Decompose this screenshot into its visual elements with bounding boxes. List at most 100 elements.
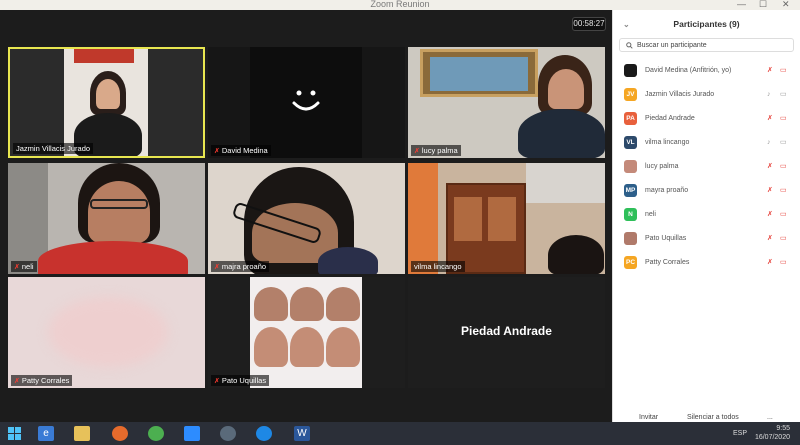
panel-header: ⌄ Participantes (9) bbox=[613, 10, 800, 38]
participant-row[interactable]: Pato Uquillas ✗ ▭ bbox=[613, 226, 800, 250]
participant-face bbox=[254, 287, 288, 321]
participant-name: Piedad Andrade bbox=[645, 114, 695, 122]
edge-icon[interactable] bbox=[256, 426, 272, 441]
video-tile[interactable]: Piedad Andrade bbox=[408, 277, 605, 388]
window-title: Zoom Reunion bbox=[370, 0, 430, 9]
maximize-button[interactable]: ☐ bbox=[759, 0, 767, 10]
participant-row[interactable]: MP mayra proaño ✗ ▭ bbox=[613, 178, 800, 202]
participant-row[interactable]: PC Patty Corrales ✗ ▭ bbox=[613, 250, 800, 274]
mute-all-button[interactable]: Silenciar a todos bbox=[687, 414, 739, 421]
firefox-icon[interactable] bbox=[112, 426, 128, 441]
camera-off-icon[interactable]: ▭ bbox=[780, 258, 787, 266]
zoom-icon[interactable] bbox=[184, 426, 200, 441]
camera-off-icon[interactable]: ▭ bbox=[780, 186, 787, 194]
mic-icon[interactable]: ♪ bbox=[767, 139, 771, 146]
camera-off-icon[interactable]: ▭ bbox=[780, 138, 787, 146]
avatar bbox=[624, 63, 637, 77]
video-tile[interactable]: vilma lincango bbox=[408, 163, 605, 274]
smiley-icon bbox=[292, 90, 320, 111]
painting-scene bbox=[430, 57, 528, 91]
tile-name: Pato Uquillas bbox=[221, 376, 267, 385]
blurred-video bbox=[48, 297, 168, 367]
video-tile[interactable]: Jazmin Villacis Jurado bbox=[8, 47, 205, 158]
minimize-button[interactable]: — bbox=[737, 0, 746, 9]
participant-list: David Medina (Anfitrión, yo) ✗ ▭ JV Jazmin V… bbox=[613, 58, 800, 274]
video-tile[interactable]: ✗ Pato Uquillas bbox=[208, 277, 405, 388]
mic-muted-icon[interactable]: ✗ bbox=[767, 66, 773, 74]
zoom-window: Zoom Reunion — ☐ ✕ 00:58:27 Jazmin Villa… bbox=[0, 0, 800, 422]
close-button[interactable]: ✕ bbox=[782, 0, 790, 10]
camera-off-icon[interactable]: ▭ bbox=[780, 210, 787, 218]
video-tile[interactable]: ✗ neli bbox=[8, 163, 205, 274]
tile-name: vilma lincango bbox=[414, 262, 462, 271]
mic-muted-icon: ✗ bbox=[214, 147, 220, 155]
video-tile[interactable]: ✗ David Medina bbox=[208, 47, 405, 158]
participant-face bbox=[96, 79, 120, 109]
mic-muted-icon[interactable]: ✗ bbox=[767, 258, 773, 266]
participant-name: neli bbox=[645, 210, 656, 218]
participant-face bbox=[290, 327, 324, 367]
mic-muted-icon[interactable]: ✗ bbox=[767, 234, 773, 242]
participant-head bbox=[548, 235, 604, 274]
tile-name-label: Jazmin Villacis Jurado bbox=[13, 143, 94, 154]
ceiling bbox=[526, 163, 605, 203]
camera-off-icon[interactable]: ▭ bbox=[780, 234, 787, 242]
mic-muted-icon[interactable]: ✗ bbox=[767, 114, 773, 122]
participant-name: vilma lincango bbox=[645, 138, 690, 146]
cabinet-glass bbox=[454, 197, 482, 241]
participant-face bbox=[548, 69, 584, 109]
participant-row[interactable]: David Medina (Anfitrión, yo) ✗ ▭ bbox=[613, 58, 800, 82]
mic-icon[interactable]: ♪ bbox=[767, 91, 771, 98]
glasses bbox=[90, 199, 148, 209]
ie-icon[interactable]: e bbox=[38, 426, 54, 441]
avatar bbox=[624, 231, 637, 245]
participant-search[interactable]: Buscar un participante bbox=[619, 38, 794, 52]
panel-title: Participantes (9) bbox=[673, 19, 740, 29]
file-explorer-icon[interactable] bbox=[74, 426, 90, 441]
chrome-icon[interactable] bbox=[148, 426, 164, 441]
participant-row[interactable]: VL vilma lincango ♪ ▭ bbox=[613, 130, 800, 154]
tile-name: neli bbox=[21, 262, 34, 271]
video-tile[interactable]: ✗ lucy palma bbox=[408, 47, 605, 158]
system-clock[interactable]: 9:55 16/07/2020 bbox=[755, 424, 790, 442]
avatar: PA bbox=[624, 111, 637, 125]
app-icon[interactable] bbox=[220, 426, 236, 441]
participant-body bbox=[518, 109, 605, 158]
avatar: VL bbox=[624, 135, 637, 149]
participant-row[interactable]: JV Jazmin Villacis Jurado ♪ ▭ bbox=[613, 82, 800, 106]
tile-name: majra proaño bbox=[221, 262, 267, 271]
participant-row[interactable]: Nneli ✗ ▭ bbox=[613, 202, 800, 226]
tile-name: Patty Corrales bbox=[21, 376, 70, 385]
participant-face bbox=[290, 287, 324, 321]
mic-muted-icon[interactable]: ✗ bbox=[767, 186, 773, 194]
mic-muted-icon: ✗ bbox=[214, 377, 220, 385]
participant-row[interactable]: lucy palma ✗ ▭ bbox=[613, 154, 800, 178]
word-icon[interactable]: W bbox=[294, 426, 310, 441]
camera-off-icon[interactable]: ▭ bbox=[780, 114, 787, 122]
language-indicator[interactable]: ESP bbox=[733, 430, 747, 437]
mic-muted-icon[interactable]: ✗ bbox=[767, 210, 773, 218]
avatar bbox=[624, 159, 637, 173]
more-button[interactable]: ... bbox=[767, 414, 773, 421]
participant-row[interactable]: PA Piedad Andrade ✗ ▭ bbox=[613, 106, 800, 130]
search-icon bbox=[626, 41, 633, 49]
mic-muted-icon[interactable]: ✗ bbox=[767, 162, 773, 170]
invite-button[interactable]: Invitar bbox=[639, 414, 658, 421]
clock-date: 16/07/2020 bbox=[754, 434, 790, 441]
camera-off-icon[interactable]: ▭ bbox=[780, 162, 787, 170]
video-tile[interactable]: ✗ Patty Corrales bbox=[8, 277, 205, 388]
video-tile[interactable]: ✗ majra proaño bbox=[208, 163, 405, 274]
camera-off-icon[interactable]: ▭ bbox=[780, 66, 787, 74]
tile-name-label: ✗ Patty Corrales bbox=[11, 375, 73, 386]
taskbar: e W ESP 9:55 16/07/2020 bbox=[0, 422, 800, 445]
chevron-down-icon[interactable]: ⌄ bbox=[623, 20, 630, 29]
participant-name: Pato Uquillas bbox=[645, 234, 687, 242]
tile-name-label: ✗ David Medina bbox=[211, 145, 271, 156]
cabinet-glass bbox=[488, 197, 516, 241]
participants-panel: ⌄ Participantes (9) Buscar un participan… bbox=[612, 10, 800, 422]
windows-start-icon[interactable] bbox=[6, 426, 22, 441]
participant-name: mayra proaño bbox=[645, 186, 689, 194]
camera-off-icon[interactable]: ▭ bbox=[780, 90, 787, 98]
search-placeholder: Buscar un participante bbox=[637, 41, 707, 49]
participant-face bbox=[326, 287, 360, 321]
